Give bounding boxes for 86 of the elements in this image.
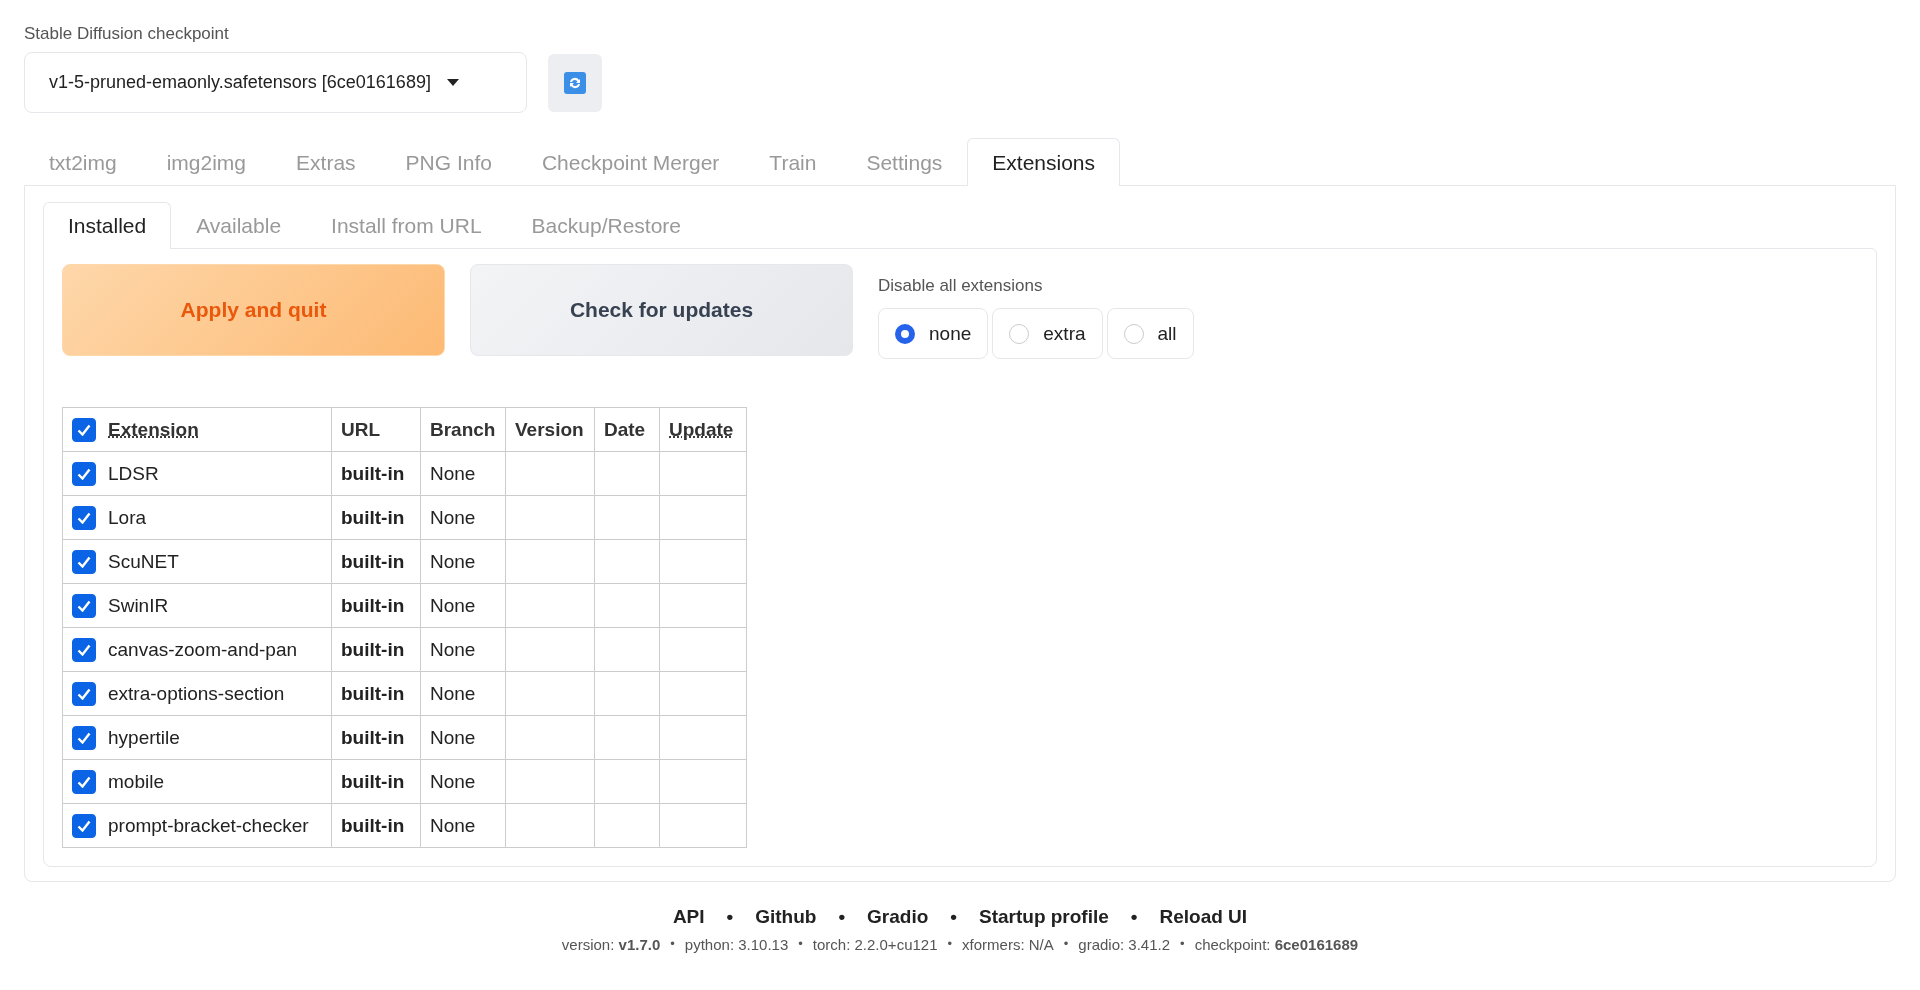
version-info: gradio: 3.41.2 xyxy=(1078,936,1171,953)
extension-name: extra-options-section xyxy=(108,682,285,705)
checkbox[interactable] xyxy=(72,593,96,618)
separator: • xyxy=(838,906,846,928)
table-cell: built-in xyxy=(331,627,421,672)
extension-name: hypertile xyxy=(108,726,180,749)
table-cell: built-in xyxy=(331,671,421,716)
footer-link[interactable]: Gradio xyxy=(867,906,929,928)
separator: • xyxy=(950,906,957,928)
checkbox[interactable] xyxy=(72,725,96,750)
extension-name: Lora xyxy=(108,506,147,529)
check-icon xyxy=(77,819,91,832)
column-header: URL xyxy=(341,418,381,441)
radio-option[interactable]: extra xyxy=(992,308,1103,359)
table-cell: None xyxy=(420,803,506,848)
check-icon xyxy=(77,687,91,700)
table-cell: built-in xyxy=(331,495,421,540)
checkbox[interactable] xyxy=(72,505,96,530)
radio-option[interactable]: all xyxy=(1106,308,1194,359)
version-info: checkpoint: 6ce0161689 xyxy=(1194,936,1359,953)
table-cell: built-in xyxy=(331,539,421,584)
column-header: Extension xyxy=(108,418,199,441)
caret-icon xyxy=(446,78,459,87)
table-cell: None xyxy=(420,759,506,804)
extension-name: SwinIR xyxy=(108,594,169,617)
version-info: torch: 2.2.0+cu121 xyxy=(812,936,938,953)
group-label: Disable all extensions xyxy=(878,276,1044,296)
tab[interactable]: Installed xyxy=(43,202,172,249)
table-cell: built-in xyxy=(331,803,421,848)
separator: • xyxy=(670,936,675,953)
extension-name: LDSR xyxy=(108,462,159,485)
column-header: Update xyxy=(669,418,734,441)
checkbox[interactable] xyxy=(72,813,96,838)
version-info: xformers: N/A xyxy=(962,936,1054,953)
table-cell: built-in xyxy=(331,451,421,496)
separator: • xyxy=(947,936,953,953)
table-cell: None xyxy=(420,671,506,716)
separator: • xyxy=(726,906,734,928)
separator: • xyxy=(1180,936,1185,953)
field-label: Stable Diffusion checkpoint xyxy=(24,24,230,44)
checkbox[interactable] xyxy=(72,769,96,794)
table-cell: None xyxy=(420,495,506,540)
check-icon xyxy=(77,511,91,524)
check-icon xyxy=(77,643,91,656)
column-header: Date xyxy=(604,418,646,441)
check-icon xyxy=(77,555,91,568)
table-cell: None xyxy=(420,451,506,496)
checkbox[interactable] xyxy=(72,637,96,662)
radio-option[interactable]: none xyxy=(878,308,989,359)
check-icon xyxy=(77,467,91,480)
table-cell: None xyxy=(420,539,506,584)
table-cell: built-in xyxy=(331,759,421,804)
checkbox[interactable] xyxy=(72,461,96,486)
footer-link[interactable]: Reload UI xyxy=(1159,906,1248,928)
table-cell: None xyxy=(420,627,506,672)
table-cell: None xyxy=(420,583,506,628)
footer-link[interactable]: API xyxy=(672,906,705,928)
checkpoint-dropdown[interactable]: v1-5-pruned-emaonly.safetensors [6ce0161689] xyxy=(24,52,527,113)
checkbox[interactable] xyxy=(72,417,96,442)
extension-name: ScuNET xyxy=(108,550,179,573)
refresh-icon xyxy=(564,71,586,94)
footer-link[interactable]: Github xyxy=(755,906,817,928)
table-cell: built-in xyxy=(331,583,421,628)
table-cell: None xyxy=(420,715,506,760)
check-icon xyxy=(77,731,91,744)
tab[interactable]: Extensions xyxy=(967,138,1121,186)
footer-link[interactable]: Startup profile xyxy=(979,906,1109,928)
extension-name: mobile xyxy=(108,770,164,793)
version-info: version: v1.7.0 xyxy=(561,936,661,953)
check-icon xyxy=(77,423,91,436)
check-icon xyxy=(77,599,91,612)
separator: • xyxy=(798,936,803,953)
extension-name: canvas-zoom-and-pan xyxy=(108,638,298,661)
column-header: Branch xyxy=(430,418,496,441)
checkbox[interactable] xyxy=(72,681,96,706)
check-updates-button[interactable]: Check for updates xyxy=(470,264,853,356)
version-info: python: 3.10.13 xyxy=(684,936,789,953)
refresh-button[interactable] xyxy=(548,53,602,112)
column-header: Version xyxy=(515,418,584,441)
check-icon xyxy=(77,775,91,788)
checkbox[interactable] xyxy=(72,549,96,574)
extension-name: prompt-bracket-checker xyxy=(108,814,309,837)
separator: • xyxy=(1063,936,1069,953)
table-cell: built-in xyxy=(331,715,421,760)
radio-button[interactable] xyxy=(895,323,915,344)
separator: • xyxy=(1130,906,1138,928)
